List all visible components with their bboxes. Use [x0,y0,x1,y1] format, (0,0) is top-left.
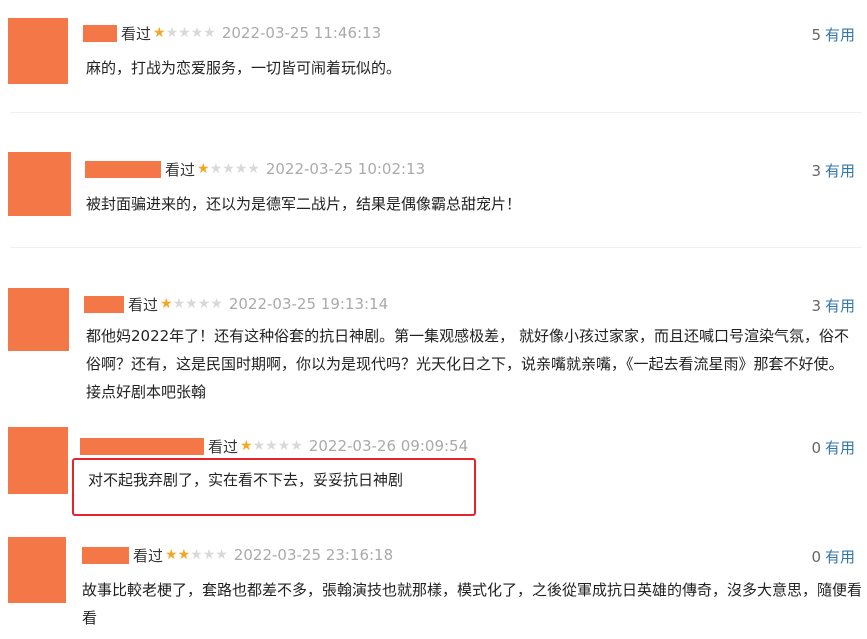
review-time: 2022-03-26 09:09:54 [308,437,469,455]
review-time: 2022-03-25 23:16:18 [233,546,394,564]
star-icon: ★ [197,161,210,177]
star-icon: ★ [202,547,216,563]
star-icon: ★ [153,25,166,41]
review-meta: 看过 ★ ★ ★ ★ ★ 2022-03-25 11:46:13 [83,22,381,44]
redacted-username [84,295,124,313]
star-icon: ★ [165,25,179,41]
review-meta: 看过 ★ ★ ★ ★ ★ 2022-03-25 19:13:14 [84,293,388,315]
redacted-username [85,160,161,178]
avatar[interactable] [8,288,69,351]
avatar[interactable] [8,537,66,603]
star-icon: ★ [177,547,191,563]
star-icon: ★ [197,296,211,312]
avatar[interactable] [8,18,68,84]
helpful-link[interactable]: 有用 [825,162,855,180]
helpful-vote: 5 有用 [811,24,855,45]
star-icon: ★ [160,296,173,312]
star-icon: ★ [190,25,204,41]
redacted-username [82,546,129,564]
star-icon: ★ [209,161,223,177]
watch-status: 看过 [208,437,239,456]
avatar[interactable] [8,427,68,494]
helpful-count: 3 [811,162,821,180]
watch-status: 看过 [133,546,164,565]
helpful-count: 5 [811,26,821,44]
star-icon: ★ [290,438,303,454]
redacted-username [80,437,204,455]
divider [10,112,862,113]
helpful-vote: 0 有用 [811,437,855,458]
helpful-vote: 3 有用 [811,295,855,316]
star-icon: ★ [234,161,248,177]
redacted-username [83,24,117,42]
star-icon: ★ [215,547,228,563]
rating-stars: ★ ★ ★ ★ ★ [197,162,260,176]
helpful-link[interactable]: 有用 [825,26,855,44]
review-meta: 看过 ★ ★ ★ ★ ★ 2022-03-26 09:09:54 [80,435,468,457]
review-content: 被封面骗进来的，还以为是德军二战片，结果是偶像霸总甜宠片！ [86,195,522,213]
review-content: 故事比較老梗了，套路也都差不多，張翰演技也就那樣，模式化了，之後從軍成抗日英雄的… [82,581,863,627]
watch-status: 看过 [128,295,159,314]
review-time: 2022-03-25 19:13:14 [228,295,389,313]
rating-stars: ★ ★ ★ ★ ★ [153,26,216,40]
helpful-vote: 3 有用 [811,160,855,181]
helpful-count: 0 [811,439,821,457]
helpful-link[interactable]: 有用 [825,439,855,457]
star-icon: ★ [265,438,278,454]
watch-status: 看过 [165,160,196,179]
star-icon: ★ [172,296,186,312]
review-content: 麻的，打战为恋爱服务，一切皆可闹着玩似的。 [86,59,402,77]
star-icon: ★ [165,547,178,563]
avatar[interactable] [8,152,71,216]
star-icon: ★ [203,25,216,41]
helpful-link[interactable]: 有用 [825,548,855,566]
helpful-count: 0 [811,548,821,566]
review-time: 2022-03-25 10:02:13 [265,160,426,178]
review-meta: 看过 ★ ★ ★ ★ ★ 2022-03-25 23:16:18 [82,544,393,566]
star-icon: ★ [178,25,191,41]
rating-stars: ★ ★ ★ ★ ★ [165,548,228,562]
star-icon: ★ [210,296,223,312]
review-meta: 看过 ★ ★ ★ ★ ★ 2022-03-25 10:02:13 [85,158,425,180]
review-content: 都他妈2022年了！还有这种俗套的抗日神剧。第一集观感极差， 就好像小孩过家家，… [86,327,849,401]
rating-stars: ★ ★ ★ ★ ★ [240,439,303,453]
star-icon: ★ [190,547,203,563]
review-content: 对不起我弃剧了，实在看不下去，妥妥抗日神剧 [88,471,404,489]
star-icon: ★ [277,438,291,454]
star-icon: ★ [240,438,253,454]
rating-stars: ★ ★ ★ ★ ★ [160,297,223,311]
star-icon: ★ [252,438,266,454]
star-icon: ★ [247,161,260,177]
review-time: 2022-03-25 11:46:13 [221,24,382,42]
divider [10,247,862,248]
watch-status: 看过 [121,24,152,43]
helpful-link[interactable]: 有用 [825,297,855,315]
helpful-count: 3 [811,297,821,315]
star-icon: ★ [185,296,198,312]
star-icon: ★ [222,161,235,177]
helpful-vote: 0 有用 [811,546,855,567]
